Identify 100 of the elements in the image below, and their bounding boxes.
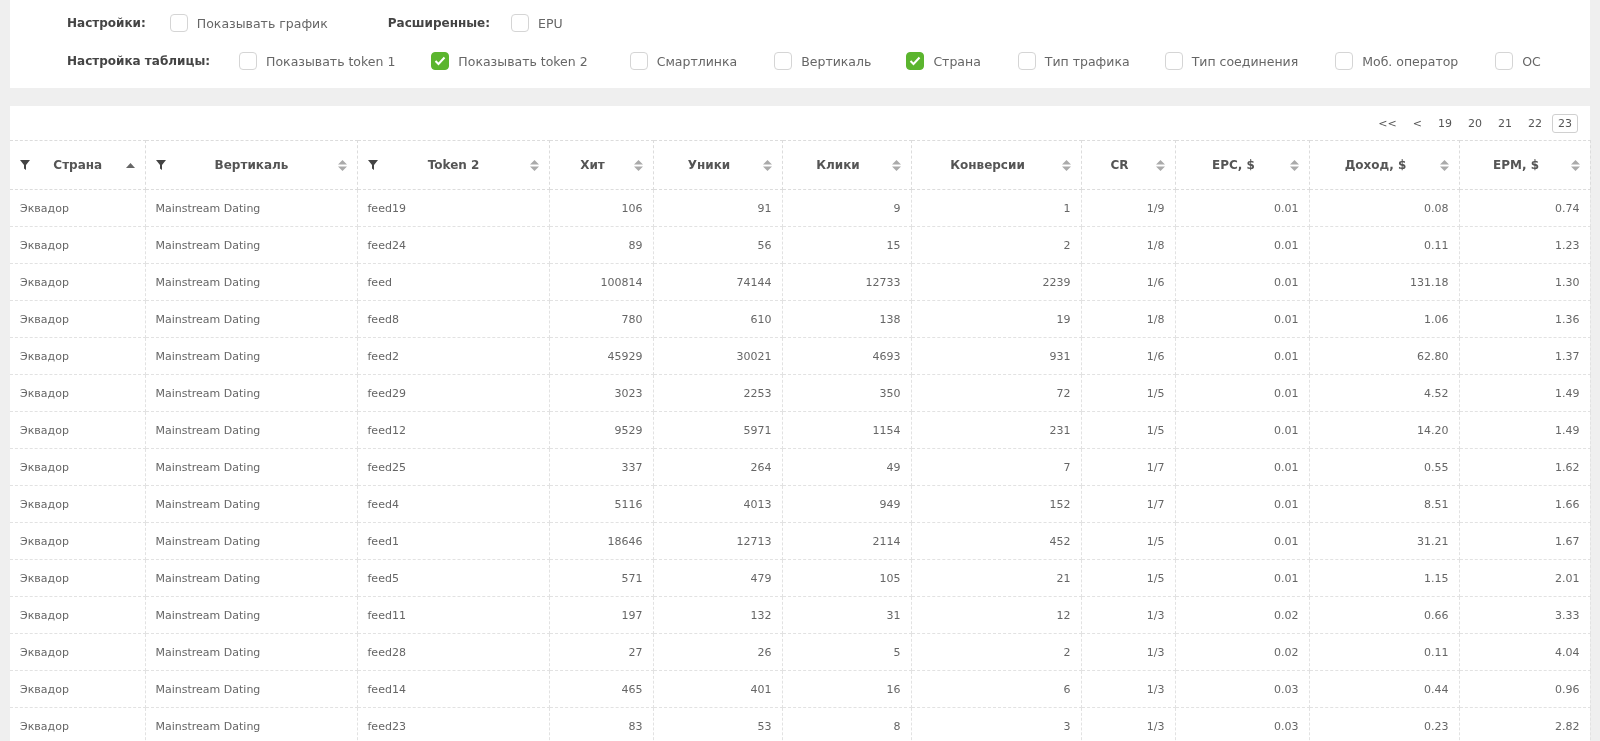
table-cell: 15 (782, 226, 911, 264)
sort-icon[interactable] (633, 159, 643, 171)
checkbox[interactable] (511, 14, 530, 32)
checkbox-label: Показывать token 1 (266, 53, 396, 69)
sort-icon[interactable] (1061, 159, 1071, 171)
table-cell: 465 (549, 670, 653, 708)
sort-icon[interactable] (1570, 159, 1580, 171)
checkbox[interactable] (1495, 52, 1514, 70)
table-cell: 31.21 (1309, 522, 1459, 560)
page-link[interactable]: 20 (1462, 113, 1488, 133)
table-cell: 949 (782, 485, 911, 523)
checkbox[interactable] (774, 52, 793, 70)
filter-icon[interactable] (367, 160, 378, 170)
table-cell: 91 (653, 189, 782, 227)
page-link[interactable]: 22 (1522, 113, 1548, 133)
checkbox[interactable] (906, 52, 925, 70)
table-cell: feed29 (357, 374, 549, 412)
table-cell: 1/5 (1081, 559, 1175, 597)
table-cell: 197 (549, 596, 653, 634)
table-cell: 5116 (549, 485, 653, 523)
checkbox-label: Смартлинка (656, 53, 738, 69)
table-cell: 1.06 (1309, 300, 1459, 338)
sort-icon[interactable] (1155, 159, 1165, 171)
sort-icon[interactable] (762, 159, 772, 171)
table-cell: 1.49 (1459, 374, 1590, 412)
table-cell: 2.01 (1459, 559, 1590, 597)
table-cell: Mainstream Dating (145, 189, 357, 227)
table-cell: 100814 (549, 263, 653, 301)
table-cell: 931 (911, 337, 1081, 375)
table-cell: 1/5 (1081, 522, 1175, 560)
table-cell: 49 (782, 448, 911, 486)
checkbox-label: Вертикаль (801, 53, 872, 69)
sort-icon[interactable] (337, 159, 347, 171)
page-link[interactable]: 23 (1552, 113, 1578, 133)
table-cell: 132 (653, 596, 782, 634)
table-cell: feed4 (357, 485, 549, 523)
table-cell: Эквадор (10, 189, 145, 227)
page-link[interactable]: < (1406, 113, 1428, 133)
table-cell: 1.66 (1459, 485, 1590, 523)
table-cell: 0.01 (1175, 263, 1309, 301)
page-link[interactable]: << (1372, 113, 1403, 133)
table-cell: 9529 (549, 411, 653, 449)
table-cell: 12733 (782, 263, 911, 301)
table-cell: 0.08 (1309, 189, 1459, 227)
table-cell: 72 (911, 374, 1081, 412)
column-header[interactable]: Хит (559, 158, 626, 172)
sort-icon[interactable] (1439, 159, 1449, 171)
table-cell: Mainstream Dating (145, 522, 357, 560)
column-header[interactable]: Клики (792, 158, 884, 172)
table-cell: 0.01 (1175, 300, 1309, 338)
filter-icon[interactable] (155, 160, 166, 170)
table-cell: Mainstream Dating (145, 670, 357, 708)
table-cell: 1.36 (1459, 300, 1590, 338)
table-cell: 0.55 (1309, 448, 1459, 486)
column-header[interactable]: Страна (38, 158, 118, 172)
table-cell: 0.02 (1175, 596, 1309, 634)
table-cell: 27 (549, 633, 653, 671)
column-header[interactable]: CR (1091, 158, 1148, 172)
table-cell: 2114 (782, 522, 911, 560)
table-cell: 337 (549, 448, 653, 486)
checkbox[interactable] (169, 14, 188, 32)
table-cell: Mainstream Dating (145, 411, 357, 449)
table-cell: 264 (653, 448, 782, 486)
filter-icon[interactable] (20, 160, 30, 170)
table-cell: 138 (782, 300, 911, 338)
table-cell: 1/7 (1081, 448, 1175, 486)
table-cell: 0.01 (1175, 374, 1309, 412)
table-cell: Эквадор (10, 337, 145, 375)
checkbox[interactable] (431, 52, 450, 70)
table-cell: feed19 (357, 189, 549, 227)
checkbox-label: Показывать token 2 (458, 53, 588, 69)
table-cell: Эквадор (10, 633, 145, 671)
checkbox[interactable] (629, 52, 648, 70)
table-cell: 401 (653, 670, 782, 708)
checkbox-label: EPU (538, 15, 563, 31)
column-header[interactable]: Token 2 (385, 158, 522, 172)
sort-icon[interactable] (1289, 159, 1299, 171)
table-cell: 5971 (653, 411, 782, 449)
table-cell: Mainstream Dating (145, 596, 357, 634)
table-cell: 1 (911, 189, 1081, 227)
page-link[interactable]: 19 (1432, 113, 1458, 133)
table-cell: 571 (549, 559, 653, 597)
group-label: Настройка таблицы: (67, 54, 211, 68)
table-cell: 31 (782, 596, 911, 634)
checkbox-label: Тип соединения (1191, 53, 1299, 69)
table-cell: 1.49 (1459, 411, 1590, 449)
page-link[interactable]: 21 (1492, 113, 1518, 133)
sort-icon[interactable] (891, 159, 901, 171)
sort-asc-icon[interactable] (125, 162, 135, 168)
sort-icon[interactable] (529, 159, 539, 171)
checkbox[interactable] (1335, 52, 1354, 70)
checkbox[interactable] (1017, 52, 1036, 70)
checkbox[interactable] (239, 52, 258, 70)
checkbox[interactable] (1164, 52, 1183, 70)
table-cell: 1/8 (1081, 226, 1175, 264)
column-header[interactable]: Уники (663, 158, 755, 172)
table-cell: 1/9 (1081, 189, 1175, 227)
table-cell: feed25 (357, 448, 549, 486)
table-cell: 1/6 (1081, 337, 1175, 375)
table-cell: 1/7 (1081, 485, 1175, 523)
